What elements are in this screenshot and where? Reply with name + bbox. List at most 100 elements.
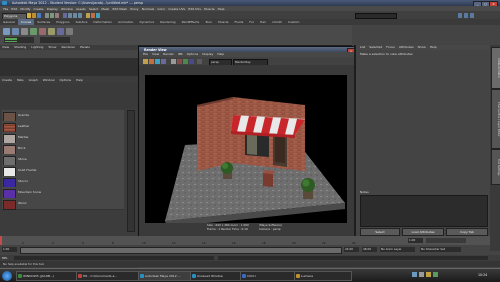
blue-channel-icon[interactable] — [189, 58, 194, 64]
time-slider[interactable]: 2 4 6 8 10 12 14 16 18 20 22 24 1.00 — [0, 236, 490, 245]
end-time-field[interactable]: 24.00 — [344, 247, 359, 252]
start-time-field[interactable]: 1.00 — [2, 247, 17, 252]
panel-menu-renderer[interactable]: Renderer — [61, 45, 75, 49]
hs-menu-tabs[interactable]: Tabs — [17, 78, 24, 82]
new-scene-icon[interactable] — [27, 12, 31, 18]
menu-normals[interactable]: Normals — [142, 7, 154, 11]
snapshot-icon[interactable] — [155, 58, 160, 64]
clock[interactable]: 10:24 — [478, 273, 487, 277]
anim-layer-dropdown[interactable]: No Anim Layer — [380, 247, 415, 252]
select-by-object-icon[interactable] — [50, 12, 54, 18]
menu-color[interactable]: Color — [157, 7, 165, 11]
ae-menu-help[interactable]: Help — [430, 45, 437, 50]
arc-tool-icon[interactable] — [30, 28, 37, 35]
anim-end-field[interactable]: 48.00 — [362, 247, 377, 252]
tab-tool-settings[interactable]: Tool Settings — [491, 149, 500, 185]
menu-create-uvs[interactable]: Create UVs — [168, 7, 185, 11]
tab-channel-box[interactable]: Channel Box / Layer Editor — [491, 89, 500, 149]
select-by-component-icon[interactable] — [55, 12, 59, 18]
menu-display[interactable]: Display — [47, 7, 58, 11]
pencil-curve-tool-icon[interactable] — [21, 28, 28, 35]
cv-curve-tool-icon[interactable] — [3, 28, 10, 35]
menu-edit-mesh[interactable]: Edit Mesh — [112, 7, 127, 11]
ipr-icon[interactable] — [161, 58, 166, 64]
ae-menu-attributes[interactable]: Attributes — [399, 45, 414, 50]
show-tool-settings-icon[interactable] — [464, 12, 468, 18]
ipr-render-icon[interactable] — [91, 12, 95, 18]
render-image[interactable] — [145, 75, 347, 223]
select-button[interactable]: Select — [360, 228, 400, 236]
panel-menu-show[interactable]: Show — [48, 45, 56, 49]
one-to-one-icon[interactable] — [197, 58, 202, 64]
start-button[interactable] — [2, 270, 12, 281]
hs-menu-graph[interactable]: Graph — [29, 78, 38, 82]
command-language[interactable]: MEL — [2, 256, 8, 260]
render-icon[interactable] — [86, 12, 90, 18]
red-channel-icon[interactable] — [177, 58, 182, 64]
offset-curve-icon[interactable] — [57, 28, 64, 35]
menu-create[interactable]: Create — [34, 7, 44, 11]
attach-curves-icon[interactable] — [66, 28, 73, 35]
tab-attribute-editor[interactable]: Attribute Editor — [491, 47, 500, 89]
tray-network-icon[interactable] — [412, 272, 417, 277]
menu-mesh[interactable]: Mesh — [101, 7, 109, 11]
material-row[interactable]: Wood — [2, 198, 124, 210]
hypershade-scrollbar[interactable] — [127, 110, 135, 232]
menu-proxy[interactable]: Proxy — [130, 7, 138, 11]
snap-curve-icon[interactable] — [73, 12, 77, 18]
hs-menu-options[interactable]: Options — [60, 78, 72, 82]
rgb-channel-icon[interactable] — [171, 58, 176, 64]
redo-render-icon[interactable] — [143, 58, 148, 64]
range-bar[interactable] — [20, 247, 342, 254]
notes-textarea[interactable] — [360, 195, 488, 227]
menu-muscle[interactable]: Muscle — [204, 7, 214, 11]
square-icon[interactable] — [48, 28, 55, 35]
ae-menu-focus[interactable]: Focus — [386, 45, 395, 50]
panel-menu-panels[interactable]: Panels — [80, 45, 90, 49]
tray-security-icon[interactable] — [426, 272, 431, 277]
menu-modify[interactable]: Modify — [20, 7, 30, 11]
tray-app-icon[interactable] — [433, 272, 438, 277]
hs-menu-window[interactable]: Window — [43, 78, 55, 82]
hs-menu-help[interactable]: Help — [76, 78, 83, 82]
tray-volume-icon[interactable] — [419, 272, 424, 277]
show-channel-box-icon[interactable] — [470, 12, 474, 18]
render-settings-icon[interactable] — [96, 12, 100, 18]
hs-menu-create[interactable]: Create — [2, 78, 12, 82]
ep-curve-tool-icon[interactable] — [12, 28, 19, 35]
panel-menu-lighting[interactable]: Lighting — [31, 45, 43, 49]
menu-file[interactable]: File — [3, 7, 8, 11]
menu-select[interactable]: Select — [89, 7, 98, 11]
select-by-hierarchy-icon[interactable] — [45, 12, 49, 18]
menu-edit[interactable]: Edit — [11, 7, 17, 11]
panel-menu-view[interactable]: View — [2, 45, 9, 49]
green-channel-icon[interactable] — [183, 58, 188, 64]
snap-grid-icon[interactable] — [68, 12, 72, 18]
current-time-field[interactable]: 1.00 — [408, 238, 423, 243]
ae-menu-list[interactable]: List — [360, 45, 365, 50]
load-attributes-button[interactable]: Load Attributes — [402, 228, 444, 236]
menu-help[interactable]: Help — [218, 7, 225, 11]
ae-menu-selected[interactable]: Selected — [369, 45, 382, 50]
taskbar-item[interactable]: HR - C:\Documents a... — [76, 271, 142, 281]
taskbar-item[interactable]: WINDOWS (JACOB...) — [16, 271, 80, 281]
copy-tab-button[interactable]: Copy Tab — [446, 228, 488, 236]
save-scene-icon[interactable] — [37, 12, 41, 18]
menu-window[interactable]: Window — [61, 7, 73, 11]
command-input[interactable] — [14, 256, 214, 260]
menu-edit-uvs[interactable]: Edit UVs — [188, 7, 201, 11]
render-region-icon[interactable] — [149, 58, 154, 64]
playback-controls[interactable] — [426, 238, 466, 243]
taskbar-item[interactable]: CUCU — [240, 271, 298, 281]
current-time-marker[interactable] — [0, 236, 2, 245]
panel-menu-shading[interactable]: Shading — [14, 45, 26, 49]
taskbar-item[interactable]: Autodesk Maya 2012 ... — [138, 271, 194, 281]
ae-menu-show[interactable]: Show — [418, 45, 426, 50]
circle-icon[interactable] — [39, 28, 46, 35]
character-set-dropdown[interactable]: No Character Set — [420, 247, 461, 252]
taskbar-item[interactable]: Unsaved Window — [190, 271, 244, 281]
menu-assets[interactable]: Assets — [76, 7, 86, 11]
show-attr-editor-icon[interactable] — [458, 12, 462, 18]
open-scene-icon[interactable] — [32, 12, 36, 18]
snap-point-icon[interactable] — [78, 12, 82, 18]
